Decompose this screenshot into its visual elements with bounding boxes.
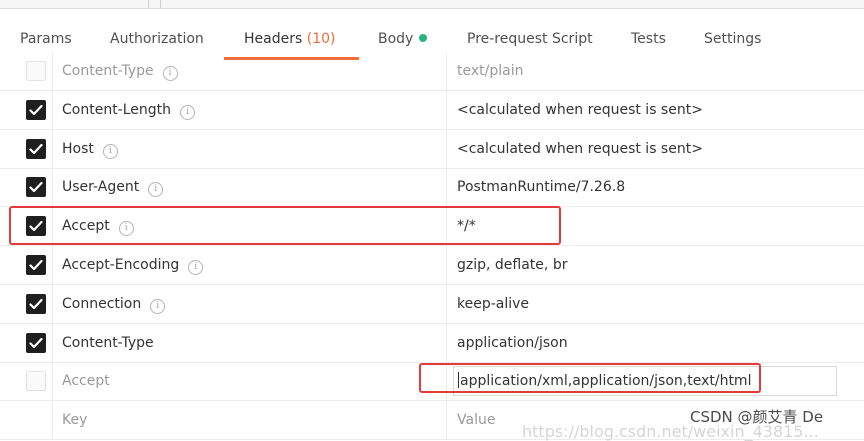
- header-key-cell[interactable]: Content-Length i: [52, 91, 447, 129]
- header-key-cell[interactable]: Content-Type i: [52, 52, 447, 90]
- top-strip-segment: [148, 0, 161, 8]
- header-key: Content-Length: [62, 102, 172, 118]
- header-row: Accept-Encoding i gzip, deflate, br: [0, 246, 864, 285]
- checkbox-cell: [0, 401, 53, 439]
- checkmark-icon: [29, 143, 43, 155]
- header-value-cell[interactable]: gzip, deflate, br: [448, 246, 864, 284]
- watermark: CSDN @颜艾青 De: [690, 408, 824, 426]
- checkbox-cell: [0, 246, 53, 284]
- header-value: <calculated when request is sent>: [457, 102, 703, 118]
- checkbox-checked[interactable]: [26, 255, 46, 275]
- header-value-cell[interactable]: keep-alive: [448, 285, 864, 323]
- header-value-cell[interactable]: <calculated when request is sent>: [448, 130, 864, 168]
- checkbox-checked[interactable]: [26, 216, 46, 236]
- header-value-cell[interactable]: application/json: [448, 324, 864, 362]
- tab-label: Headers: [244, 31, 303, 47]
- checkbox-cell: [0, 362, 53, 400]
- info-icon[interactable]: i: [118, 221, 134, 236]
- header-value: PostmanRuntime/7.26.8: [457, 179, 626, 195]
- checkbox-cell: [0, 285, 53, 323]
- checkmark-icon: [29, 259, 43, 271]
- header-key: Accept: [62, 373, 110, 389]
- header-key-cell[interactable]: Accept i: [52, 207, 447, 245]
- checkbox-cell: [0, 168, 53, 206]
- checkmark-icon: [29, 181, 43, 193]
- header-key-cell[interactable]: Accept-Encoding i: [52, 246, 447, 284]
- header-key: Connection: [62, 296, 142, 312]
- header-key-cell[interactable]: Host i: [52, 130, 447, 168]
- headers-count-badge: (10): [306, 31, 336, 47]
- tab-label: Tests: [631, 31, 666, 47]
- checkbox-checked[interactable]: [26, 100, 46, 120]
- header-key: Key: [62, 412, 88, 428]
- header-value: application/json: [457, 335, 568, 351]
- top-strip-segment: [0, 0, 149, 8]
- checkbox-checked[interactable]: [26, 177, 46, 197]
- checkmark-icon: [29, 298, 43, 310]
- header-row: Content-Type application/json: [0, 324, 864, 363]
- header-key: Content-Type: [62, 63, 154, 79]
- header-value-cell[interactable]: text/plain: [448, 52, 864, 90]
- tab-label: Body: [378, 31, 414, 47]
- header-row: Content-Length i <calculated when request …: [0, 91, 864, 130]
- header-key: Content-Type: [62, 335, 154, 351]
- info-icon[interactable]: i: [188, 260, 204, 275]
- body-indicator-dot: [419, 34, 428, 42]
- tab-label: Pre-request Script: [467, 31, 593, 47]
- header-row: Connection i keep-alive: [0, 285, 864, 324]
- header-key: Host: [62, 141, 94, 157]
- info-icon[interactable]: i: [162, 66, 178, 81]
- tab-label: Params: [20, 31, 72, 47]
- checkmark-icon: [29, 220, 43, 232]
- header-key: Accept: [62, 218, 110, 234]
- info-icon[interactable]: i: [150, 299, 166, 314]
- header-value: */*: [457, 218, 476, 234]
- checkbox-cell: [0, 324, 53, 362]
- info-icon[interactable]: i: [102, 144, 118, 159]
- checkmark-icon: [29, 104, 43, 116]
- header-key-cell[interactable]: Content-Type: [52, 324, 447, 362]
- header-value: keep-alive: [457, 296, 530, 312]
- header-key-cell[interactable]: Accept: [52, 362, 447, 400]
- header-row: Content-Type i text/plain: [0, 52, 864, 91]
- info-icon[interactable]: i: [180, 105, 196, 120]
- header-row: Accept application/xml,application/json,t…: [0, 362, 864, 401]
- top-request-strip: [0, 0, 864, 9]
- checkbox-cell: [0, 91, 53, 129]
- header-row: User-Agent i PostmanRuntime/7.26.8: [0, 168, 864, 207]
- checkbox-cell: [0, 130, 53, 168]
- header-row: Host i <calculated when request is sent>: [0, 130, 864, 169]
- tab-label: Authorization: [110, 31, 204, 47]
- info-icon[interactable]: i: [148, 182, 164, 197]
- checkbox-checked[interactable]: [26, 139, 46, 159]
- header-value: Value: [457, 412, 496, 428]
- header-value: text/plain: [457, 63, 524, 79]
- checkbox-unchecked[interactable]: [26, 371, 46, 391]
- checkmark-icon: [29, 337, 43, 349]
- checkbox-cell: [0, 207, 53, 245]
- checkbox-unchecked[interactable]: [26, 61, 46, 81]
- header-key: Accept-Encoding: [62, 257, 180, 273]
- header-value-cell[interactable]: */*: [448, 207, 864, 245]
- header-row: Accept i */*: [0, 207, 864, 246]
- header-value-input[interactable]: application/xml,application/json,text/ht…: [453, 366, 837, 396]
- tab-label: Settings: [704, 31, 762, 47]
- header-value-cell[interactable]: <calculated when request is sent>: [448, 91, 864, 129]
- header-value: <calculated when request is sent>: [457, 141, 703, 157]
- header-key-cell[interactable]: Key: [52, 401, 447, 439]
- header-value: gzip, deflate, br: [457, 257, 568, 273]
- text-caret: [458, 372, 459, 388]
- header-value-cell[interactable]: PostmanRuntime/7.26.8: [448, 168, 864, 206]
- checkbox-checked[interactable]: [26, 333, 46, 353]
- header-key-cell[interactable]: Connection i: [52, 285, 447, 323]
- header-key: User-Agent: [62, 179, 140, 195]
- checkbox-checked[interactable]: [26, 294, 46, 314]
- checkbox-cell: [0, 52, 53, 90]
- header-value: application/xml,application/json,text/ht…: [460, 373, 752, 389]
- header-key-cell[interactable]: User-Agent i: [52, 168, 447, 206]
